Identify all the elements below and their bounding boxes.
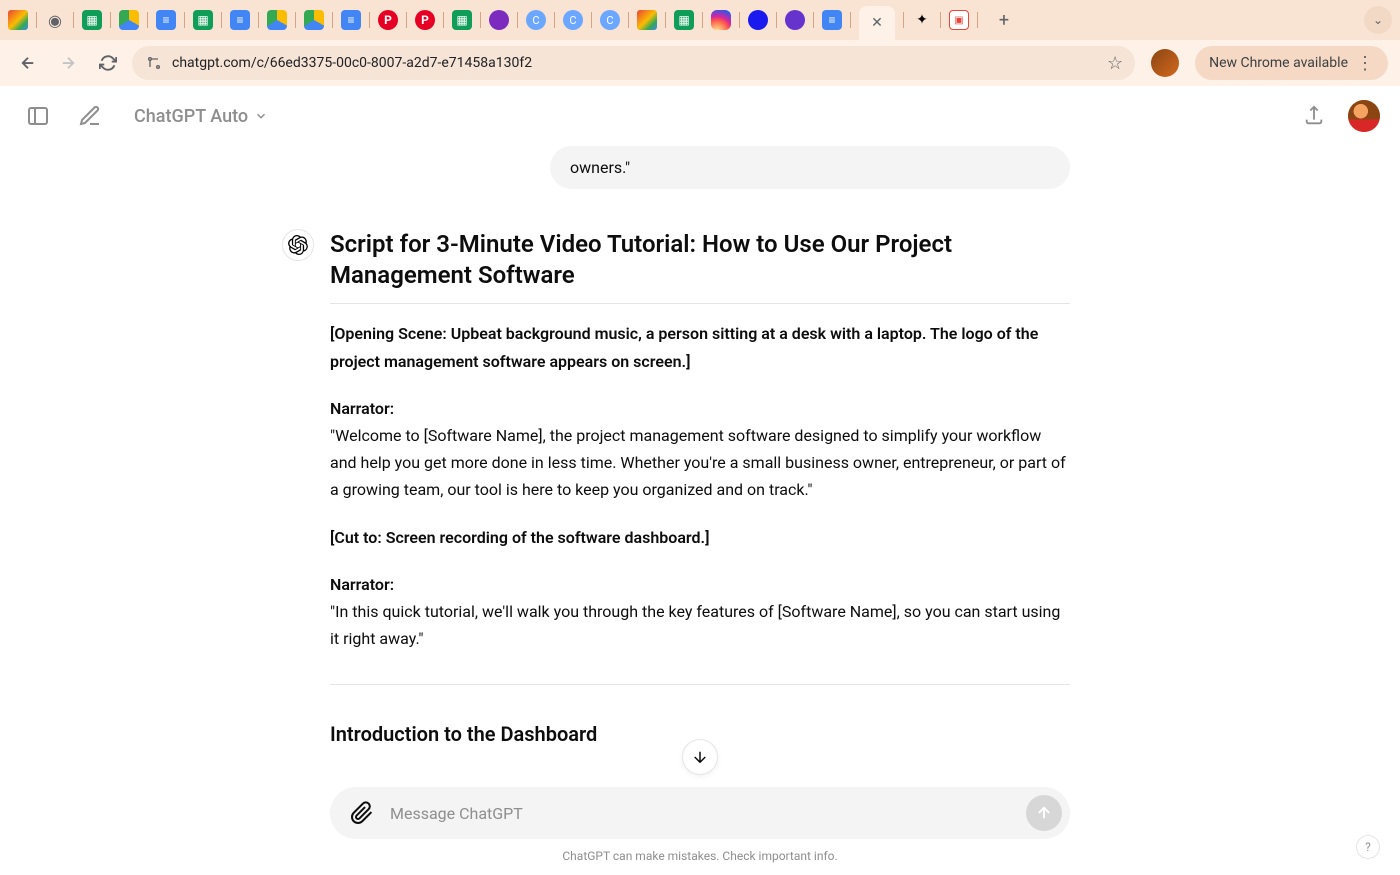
tab-sheets-4[interactable]: ▦ [674,10,694,30]
tab-docs-2[interactable]: ≡ [230,10,250,30]
assistant-message: Script for 3-Minute Video Tutorial: How … [330,229,1070,751]
forward-button[interactable] [52,47,84,79]
tab-c-3[interactable]: C [600,10,620,30]
user-message-text: owners." [570,158,630,177]
user-avatar[interactable] [1348,100,1380,132]
disclaimer-text: ChatGPT can make mistakes. Check importa… [330,849,1070,863]
browser-tabs-strip: ◉ ▦ ≡ ▦ ≡ ≡ P P ▦ C C C ▦ ≡ ✕ ✦ ▣ + ⌄ [0,0,1400,40]
tab-sheets-3[interactable]: ▦ [452,10,472,30]
app-header: ChatGPT Auto [0,86,1400,146]
browser-profile-avatar[interactable] [1151,49,1179,77]
narrator-block-2: Narrator: "In this quick tutorial, we'll… [330,571,1070,653]
browser-toolbar: chatgpt.com/c/66ed3375-00c0-8007-a2d7-e7… [0,40,1400,86]
tab-pinterest-1[interactable]: P [378,10,398,30]
new-chat-button[interactable] [72,98,108,134]
narrator-text-1: "Welcome to [Software Name], the project… [330,426,1066,499]
tab-gmail[interactable] [8,10,28,30]
narrator-label-2: Narrator: [330,575,394,594]
tab-instagram[interactable] [711,10,731,30]
tab-gmail-2[interactable] [637,10,657,30]
response-title: Script for 3-Minute Video Tutorial: How … [330,229,1070,304]
tab-list-dropdown[interactable]: ⌄ [1364,6,1392,34]
attach-button[interactable] [346,797,378,829]
tab-sheets-2[interactable]: ▦ [193,10,213,30]
chevron-down-icon [254,109,268,123]
active-tab-chatgpt[interactable]: ✕ [859,6,895,40]
tab-purple-circle[interactable] [785,10,805,30]
message-input-container[interactable]: Message ChatGPT [330,787,1070,839]
url-text[interactable]: chatgpt.com/c/66ed3375-00c0-8007-a2d7-e7… [172,55,1099,71]
new-tab-button[interactable]: + [990,6,1018,34]
assistant-avatar-icon [282,229,314,261]
chrome-update-button[interactable]: New Chrome available ⋮ [1195,46,1388,80]
tab-drive-3[interactable] [304,10,324,30]
cut-to-scene: [Cut to: Screen recording of the softwar… [330,524,1070,551]
scroll-to-bottom-button[interactable] [682,739,718,775]
model-selector[interactable]: ChatGPT Auto [124,100,278,133]
tab-c-1[interactable]: C [526,10,546,30]
tab-pinterest-2[interactable]: P [415,10,435,30]
narrator-text-2: "In this quick tutorial, we'll walk you … [330,602,1060,648]
input-area: Message ChatGPT ChatGPT can make mistake… [0,787,1400,875]
tab-globe[interactable]: ◉ [45,10,65,30]
close-icon[interactable]: ✕ [871,15,883,31]
chrome-update-label: New Chrome available [1209,55,1348,71]
tab-purple[interactable] [489,10,509,30]
address-bar[interactable]: chatgpt.com/c/66ed3375-00c0-8007-a2d7-e7… [132,46,1135,80]
tab-docs-4[interactable]: ≡ [822,10,842,30]
tab-sheets-1[interactable]: ▦ [82,10,102,30]
back-button[interactable] [12,47,44,79]
browser-menu-icon[interactable]: ⋮ [1356,53,1374,74]
tab-c-2[interactable]: C [563,10,583,30]
narrator-label-1: Narrator: [330,399,394,418]
user-message: owners." [550,146,1070,189]
send-button[interactable] [1026,795,1062,831]
message-input-placeholder: Message ChatGPT [390,804,1014,823]
tab-drive-1[interactable] [119,10,139,30]
site-info-icon[interactable] [144,53,164,73]
conversation-content: owners." Script for 3-Minute Video Tutor… [0,146,1400,785]
tab-docs-3[interactable]: ≡ [341,10,361,30]
narrator-block-1: Narrator: "Welcome to [Software Name], t… [330,395,1070,504]
reload-button[interactable] [92,47,124,79]
tab-blue-circle[interactable] [748,10,768,30]
sidebar-toggle-button[interactable] [20,98,56,134]
tab-openai[interactable]: ✦ [912,10,932,30]
section-divider [330,684,1070,685]
share-button[interactable] [1296,98,1332,134]
model-name: ChatGPT Auto [134,106,248,127]
assistant-content: Script for 3-Minute Video Tutorial: How … [330,229,1070,751]
tab-docs-1[interactable]: ≡ [156,10,176,30]
tab-red-box[interactable]: ▣ [949,10,969,30]
tab-drive-2[interactable] [267,10,287,30]
opening-scene: [Opening Scene: Upbeat background music,… [330,320,1070,374]
help-button[interactable]: ? [1356,835,1380,859]
bookmark-star-icon[interactable]: ☆ [1107,53,1123,74]
